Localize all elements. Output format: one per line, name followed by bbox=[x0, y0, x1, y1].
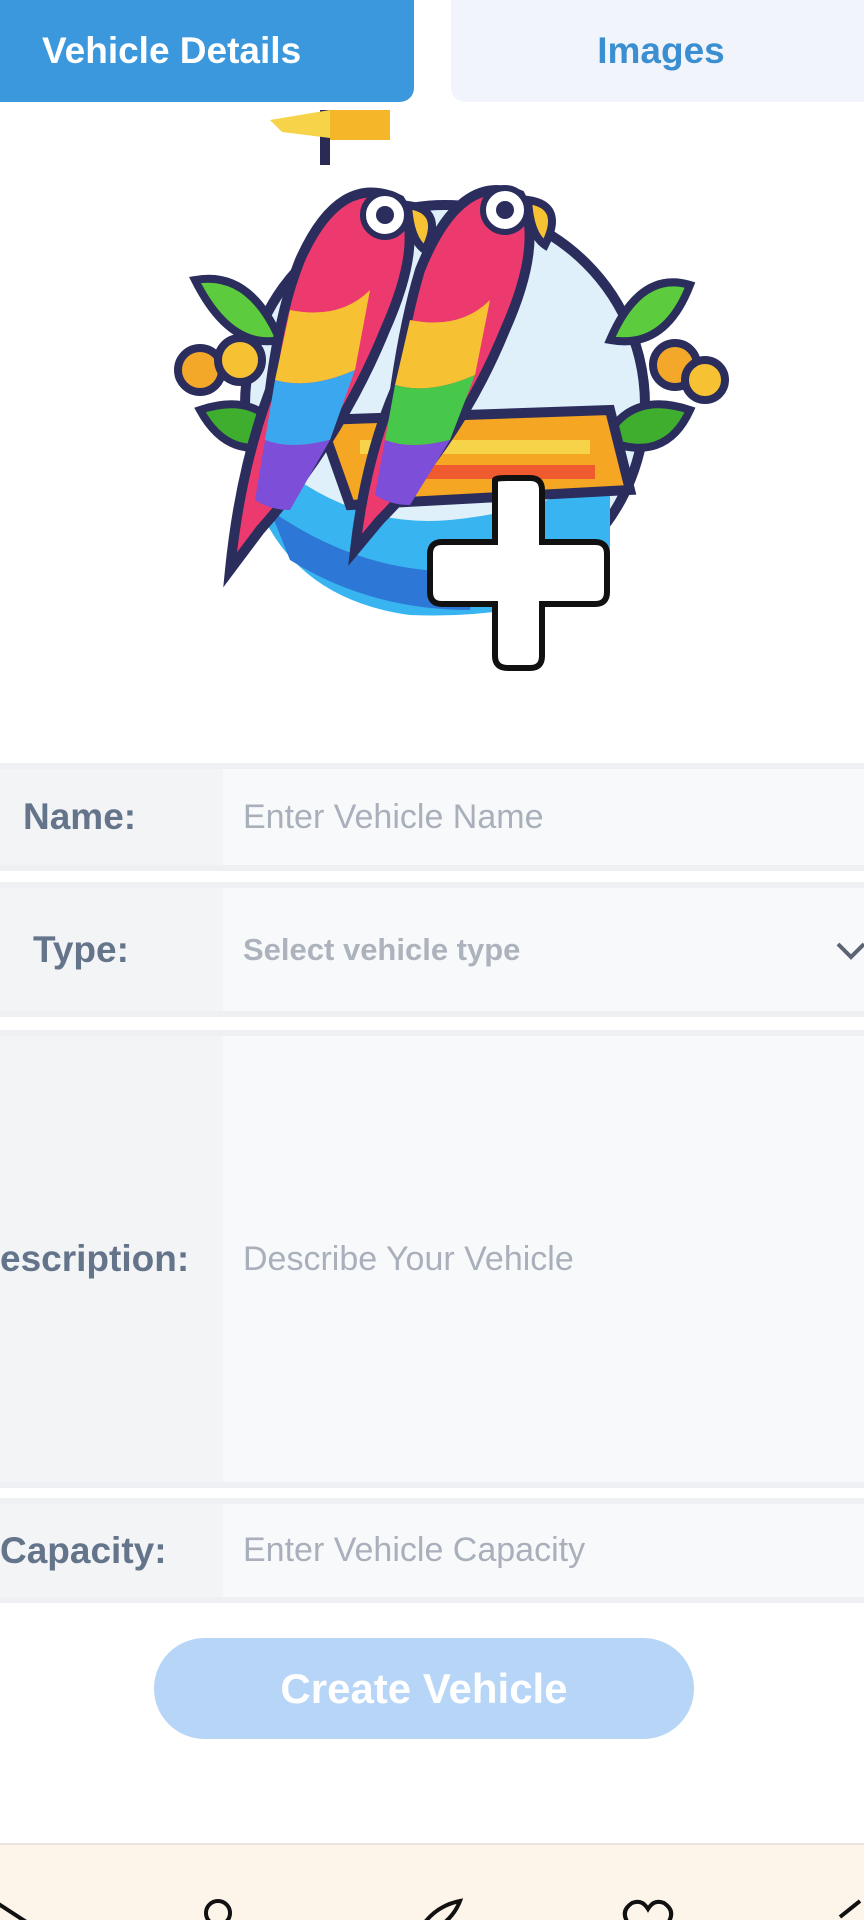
type-select-value: Select vehicle type bbox=[243, 931, 521, 967]
type-select[interactable]: Select vehicle type bbox=[223, 888, 864, 1011]
capacity-label: Capacity: bbox=[0, 1504, 223, 1597]
create-vehicle-button[interactable]: Create Vehicle bbox=[154, 1638, 694, 1739]
name-input[interactable]: Enter Vehicle Name bbox=[223, 769, 864, 865]
tab-vehicle-details[interactable]: Vehicle Details bbox=[0, 0, 414, 102]
description-row: escription: Describe Your Vehicle bbox=[0, 1030, 864, 1488]
name-row: Name: Enter Vehicle Name bbox=[0, 763, 864, 871]
tab-images[interactable]: Images bbox=[451, 0, 864, 102]
description-textarea[interactable]: Describe Your Vehicle bbox=[223, 1036, 864, 1482]
description-label: escription: bbox=[0, 1036, 223, 1482]
bottom-nav bbox=[0, 1843, 864, 1920]
create-vehicle-screen: Vehicle Details Images Name: Enter Vehic… bbox=[0, 0, 864, 1920]
nav-icon-1[interactable] bbox=[0, 1897, 46, 1920]
tab-vehicle-details-label: Vehicle Details bbox=[42, 30, 302, 71]
user-icon[interactable] bbox=[190, 1897, 246, 1920]
type-row: Type: Select vehicle type bbox=[0, 882, 864, 1017]
create-vehicle-label: Create Vehicle bbox=[280, 1664, 568, 1712]
type-label: Type: bbox=[0, 888, 223, 1011]
heart-icon[interactable] bbox=[620, 1897, 676, 1920]
chevron-down-icon bbox=[836, 942, 864, 960]
vehicle-image-upload[interactable] bbox=[0, 110, 864, 710]
capacity-row: Capacity: Enter Vehicle Capacity bbox=[0, 1498, 864, 1603]
name-label: Name: bbox=[0, 769, 223, 865]
capacity-input[interactable]: Enter Vehicle Capacity bbox=[223, 1504, 864, 1597]
send-icon[interactable] bbox=[410, 1897, 466, 1920]
nav-icon-5[interactable] bbox=[830, 1897, 864, 1920]
tab-images-label: Images bbox=[597, 30, 725, 71]
parrots-logo bbox=[174, 110, 729, 671]
